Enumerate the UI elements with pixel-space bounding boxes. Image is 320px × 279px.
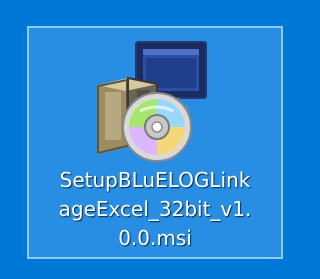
desktop: SetupBLuELOGLink ageExcel_32bit_v1. 0.0.… [0, 0, 313, 279]
file-name-label[interactable]: SetupBLuELOGLink ageExcel_32bit_v1. 0.0.… [30, 166, 280, 253]
file-name-line-2: ageExcel_32bit_v1. [58, 197, 252, 221]
msi-installer-icon[interactable] [88, 39, 224, 169]
file-name-line-1: SetupBLuELOGLink [59, 168, 251, 192]
file-name-line-3: 0.0.msi [118, 226, 192, 250]
